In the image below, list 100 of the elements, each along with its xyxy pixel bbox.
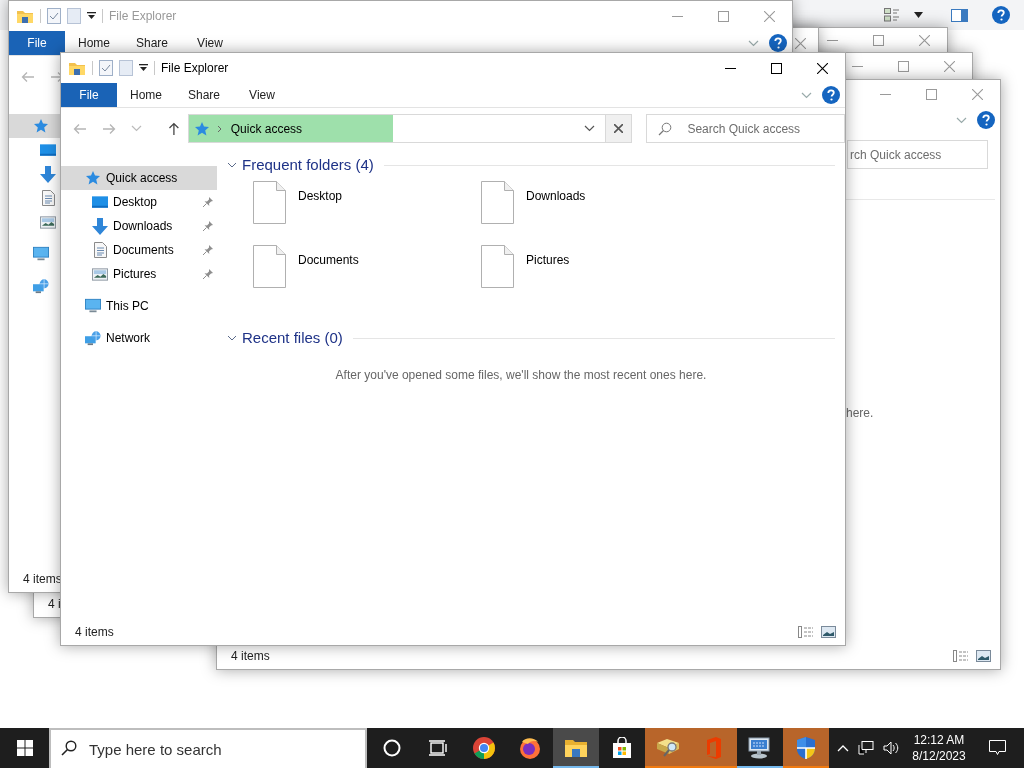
back-arrow-icon[interactable] [73, 122, 87, 135]
clear-button[interactable] [606, 115, 632, 142]
nav-label: Desktop [113, 194, 159, 211]
status-text: 4 items [75, 624, 115, 641]
taskbar-search-field[interactable]: Type here to search [49, 728, 367, 768]
caret-down-icon[interactable] [914, 12, 923, 18]
clock-date: 8/12/2023 [912, 748, 966, 764]
empty-message: here. [846, 406, 874, 420]
clock[interactable]: 12:12 AM 8/12/2023 [908, 728, 970, 768]
pin-icon [203, 269, 213, 279]
nav-item[interactable]: Documents [61, 238, 217, 262]
nav-item[interactable] [9, 114, 61, 138]
ribbon-tab[interactable]: Share [123, 31, 181, 55]
notification-icon[interactable] [988, 740, 1006, 756]
search-icon [658, 122, 673, 136]
recent-locations-icon[interactable] [131, 125, 142, 132]
speaker-icon[interactable] [883, 741, 900, 755]
back-arrow-icon[interactable] [21, 70, 35, 83]
nav-label: Downloads [113, 218, 174, 235]
chevron-down-icon[interactable] [584, 125, 596, 132]
nav-item[interactable]: Pictures [61, 262, 217, 286]
close-icon[interactable] [795, 37, 806, 49]
ribbon-tab[interactable]: Share [175, 83, 233, 107]
shield-icon [795, 736, 817, 760]
details-view-icon[interactable] [953, 650, 969, 662]
section-heading[interactable]: Frequent folders (4) [242, 153, 374, 177]
ribbon-tab[interactable]: File [9, 31, 65, 55]
pin-icon [203, 197, 213, 207]
help-icon[interactable] [769, 34, 787, 52]
up-arrow-icon[interactable] [167, 121, 180, 136]
folder-tile[interactable]: Pictures [481, 244, 709, 308]
help-icon[interactable] [992, 6, 1010, 24]
help-icon[interactable] [822, 86, 840, 104]
file-icon [253, 245, 286, 288]
ribbon-tab[interactable]: View [181, 31, 239, 55]
file-icon [481, 181, 514, 224]
nav-item[interactable]: Desktop [61, 190, 217, 214]
maximize-icon [897, 60, 909, 72]
search-field[interactable]: Search Quick access [646, 114, 845, 143]
network-icon[interactable] [858, 741, 874, 755]
folder-tile[interactable]: Documents [253, 244, 481, 308]
expand-ribbon-icon[interactable] [956, 116, 967, 124]
caret-up-icon[interactable] [837, 744, 849, 752]
document-icon [93, 242, 107, 258]
maximize-icon [717, 10, 729, 22]
picture-icon [92, 267, 108, 281]
layout-icon[interactable] [884, 8, 900, 22]
close-icon [763, 10, 775, 22]
close-icon [918, 34, 930, 46]
expand-ribbon-icon[interactable] [748, 39, 759, 47]
nav-item[interactable]: Downloads [61, 214, 217, 238]
preview-pane-icon[interactable] [951, 8, 968, 22]
minimize-icon [826, 39, 838, 41]
help-icon[interactable] [977, 111, 995, 129]
document-icon [41, 190, 55, 206]
file-icon [253, 181, 286, 224]
collapse-chevron-icon[interactable] [227, 333, 237, 343]
ribbon-tab[interactable]: Home [117, 83, 175, 107]
nav-item[interactable]: Quick access [61, 166, 217, 190]
forward-arrow-icon[interactable] [102, 122, 116, 135]
ribbon-tab[interactable]: Home [65, 31, 123, 55]
details-view-icon[interactable] [798, 626, 814, 638]
ribbon-tab[interactable]: View [233, 83, 291, 107]
nav-item[interactable]: Network [61, 326, 217, 350]
close-icon [816, 62, 828, 74]
minimize-icon [851, 65, 863, 67]
collapse-chevron-icon[interactable] [227, 160, 237, 170]
folder-icon[interactable] [16, 8, 34, 24]
task-view-icon [429, 740, 447, 756]
folder-tile[interactable]: Downloads [481, 180, 709, 244]
network-icon [33, 278, 49, 294]
properties-icon[interactable] [99, 60, 113, 76]
file-icon [481, 245, 514, 288]
large-icons-view-icon[interactable] [821, 626, 836, 638]
folder-icon[interactable] [68, 60, 86, 76]
window-title: File Explorer [109, 8, 177, 25]
folder-tile[interactable]: Desktop [253, 180, 481, 244]
properties-icon[interactable] [47, 8, 61, 24]
nav-label: Network [106, 330, 151, 347]
windows-logo-icon [16, 740, 33, 756]
folder-icon [564, 738, 588, 758]
star-icon [193, 120, 210, 137]
dropdown-icon[interactable] [87, 12, 96, 20]
star-icon [85, 170, 101, 186]
section-heading[interactable]: Recent files (0) [242, 326, 343, 350]
dropdown-icon[interactable] [139, 64, 148, 72]
address-location: Quick access [230, 120, 303, 138]
computer-icon [85, 298, 101, 314]
nav-label: Documents [113, 242, 175, 259]
taskbar-app-button[interactable] [553, 728, 599, 768]
search-field[interactable]: rch Quick access [847, 140, 988, 169]
large-icons-view-icon[interactable] [976, 650, 991, 662]
picture-icon [40, 215, 56, 229]
maximize-icon [872, 34, 884, 46]
nav-item[interactable]: This PC [61, 294, 217, 318]
ribbon-tab[interactable]: File [61, 83, 117, 107]
empty-message: After you've opened some files, we'll show the most recent ones here. [335, 367, 707, 384]
nav-label: Pictures [113, 266, 158, 283]
expand-ribbon-icon[interactable] [801, 91, 812, 99]
clock-time: 12:12 AM [913, 732, 965, 748]
